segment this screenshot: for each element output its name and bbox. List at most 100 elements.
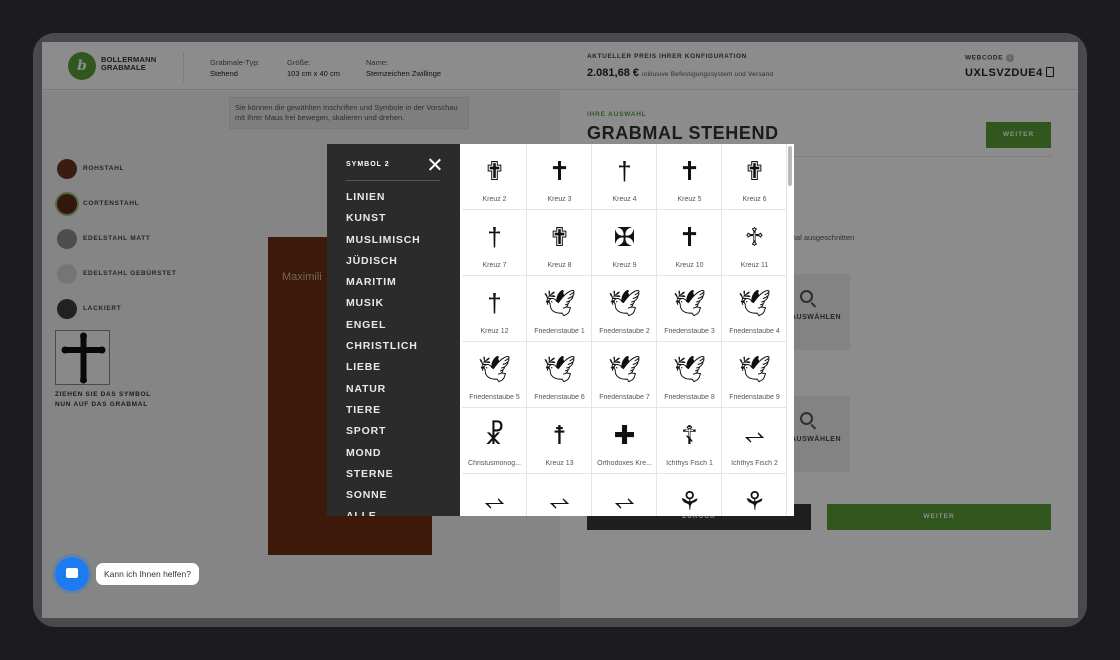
symbol-tile[interactable]: ⥋ — [462, 474, 527, 516]
category-item[interactable]: JÜDISCH — [346, 255, 421, 276]
symbol-label: Kreuz 7 — [482, 262, 507, 269]
symbol-grid-panel: ✟ Kreuz 2 ✝ Kreuz 3 † Kreuz 4 ✝ Kreuz 5 ✟ Kreuz 6… — [460, 144, 794, 516]
symbol-tile[interactable]: 🕊 Friedenstaube 5 — [462, 342, 527, 408]
symbol-tile[interactable]: 🕊 Friedenstaube 8 — [657, 342, 722, 408]
symbol-label: Kreuz 2 — [482, 196, 507, 203]
category-list: LINIEN KUNST MUSLIMISCH JÜDISCH MARITIM MUSIK… — [346, 191, 421, 516]
category-item[interactable]: NATUR — [346, 383, 421, 404]
category-item[interactable]: LINIEN — [346, 191, 421, 212]
symbol-tile[interactable]: † Kreuz 4 — [592, 144, 657, 210]
symbol-tile[interactable]: ✟ Kreuz 2 — [462, 144, 527, 210]
symbol-label: Kreuz 12 — [480, 328, 509, 335]
symbol-tile[interactable]: † Kreuz 7 — [462, 210, 527, 276]
dove-icon: 🕊 — [477, 354, 511, 384]
symbol-label: Kreuz 3 — [547, 196, 572, 203]
symbol-tile[interactable]: ✟ Kreuz 6 — [722, 144, 787, 210]
symbol-tile[interactable]: 🕊 Friedenstaube 1 — [527, 276, 592, 342]
praying-hands-icon: ⚘ — [677, 486, 702, 516]
dove-icon: 🕊 — [737, 354, 771, 384]
symbol-tile[interactable]: ⥋ Ichthys Fisch 2 — [722, 408, 787, 474]
category-item[interactable]: TIERE — [346, 404, 421, 425]
chi-rho-icon: ☧ — [484, 420, 505, 450]
dove-icon: 🕊 — [672, 354, 706, 384]
dove-icon: 🕊 — [542, 354, 576, 384]
symbol-tile[interactable]: 🕊 Friedenstaube 2 — [592, 276, 657, 342]
fish-icon: ⥋ — [549, 486, 570, 516]
symbol-tile[interactable]: ⥋ — [527, 474, 592, 516]
symbol-label: Kreuz 10 — [675, 262, 704, 269]
cross-icon: ☨ — [552, 420, 567, 450]
symbol-label: Friedenstaube 1 — [534, 328, 585, 335]
category-item[interactable]: SONNE — [346, 489, 421, 510]
category-item[interactable]: STERNE — [346, 468, 421, 489]
category-item[interactable]: LIEBE — [346, 361, 421, 382]
cross-icon: ✟ — [483, 156, 506, 186]
cross-icon: ✝ — [678, 222, 701, 252]
symbol-tile[interactable]: ✟ Kreuz 8 — [527, 210, 592, 276]
chat-greeting[interactable]: Kann ich Ihnen helfen? — [96, 563, 199, 585]
symbol-tile[interactable]: ☨ Kreuz 13 — [527, 408, 592, 474]
symbol-label: Friedenstaube 5 — [469, 394, 520, 401]
symbol-tile[interactable]: ♱ Kreuz 11 — [722, 210, 787, 276]
category-item[interactable]: MARITIM — [346, 276, 421, 297]
symbol-tile[interactable]: 🕊 Friedenstaube 9 — [722, 342, 787, 408]
symbol-label: Kreuz 9 — [612, 262, 637, 269]
symbol-label: Orthodoxes Kre... — [597, 460, 652, 467]
symbol-label: Friedenstaube 6 — [534, 394, 585, 401]
symbol-tile[interactable]: 🕊 Friedenstaube 7 — [592, 342, 657, 408]
category-item[interactable]: MUSLIMISCH — [346, 234, 421, 255]
symbol-label: Ichthys Fisch 2 — [731, 460, 778, 467]
cross-icon: † — [617, 156, 632, 186]
symbol-tile[interactable]: 🕊 Friedenstaube 4 — [722, 276, 787, 342]
modal-title: SYMBOL 2 — [346, 161, 390, 168]
symbol-tile[interactable]: 🕊 Friedenstaube 3 — [657, 276, 722, 342]
category-item[interactable]: SPORT — [346, 425, 421, 446]
symbol-tile[interactable]: ✝ Kreuz 5 — [657, 144, 722, 210]
category-item[interactable]: KUNST — [346, 212, 421, 233]
symbol-label: Friedenstaube 9 — [729, 394, 780, 401]
symbol-tile[interactable]: † Kreuz 12 — [462, 276, 527, 342]
symbol-label: Kreuz 6 — [742, 196, 767, 203]
symbol-tile[interactable]: ✝ Kreuz 10 — [657, 210, 722, 276]
symbol-tile[interactable]: ✝ Kreuz 3 — [527, 144, 592, 210]
symbol-label: Kreuz 11 — [740, 262, 769, 269]
symbol-tile[interactable]: ✚ Orthodoxes Kre... — [592, 408, 657, 474]
symbol-label: Kreuz 4 — [612, 196, 637, 203]
symbol-tile[interactable]: ☦ Ichthys Fisch 1 — [657, 408, 722, 474]
symbol-label: Friedenstaube 4 — [729, 328, 780, 335]
modal-divider — [346, 180, 440, 181]
chat-button[interactable] — [55, 557, 89, 591]
symbol-label: Christusmonog... — [468, 460, 521, 467]
symbol-tile[interactable]: ⚘ — [722, 474, 787, 516]
fish-icon: ⥋ — [484, 486, 505, 516]
category-item[interactable]: ALLE — [346, 510, 421, 516]
cross-icon: ✟ — [548, 222, 571, 252]
symbol-label: Kreuz 5 — [677, 196, 702, 203]
fish-icon: ⥋ — [744, 420, 765, 450]
symbol-tile[interactable]: 🕊 Friedenstaube 6 — [527, 342, 592, 408]
dove-icon: 🕊 — [542, 288, 576, 318]
symbol-tile[interactable]: ☧ Christusmonog... — [462, 408, 527, 474]
symbol-label: Kreuz 8 — [547, 262, 572, 269]
praying-hands-icon: ⚘ — [742, 486, 767, 516]
scrollbar[interactable] — [788, 146, 792, 186]
symbol-tile[interactable]: ⥋ — [592, 474, 657, 516]
cross-icon: ✟ — [743, 156, 766, 186]
cross-icon: ✝ — [678, 156, 701, 186]
symbol-label: Ichthys Fisch 1 — [666, 460, 713, 467]
category-item[interactable]: MOND — [346, 447, 421, 468]
dove-icon: 🕊 — [607, 354, 641, 384]
category-item[interactable]: MUSIK — [346, 297, 421, 318]
cross-icon: ♱ — [744, 222, 765, 252]
close-icon[interactable] — [429, 158, 441, 170]
cross-icon: ✠ — [613, 222, 636, 252]
symbol-label: Friedenstaube 3 — [664, 328, 715, 335]
cross-icon: ✚ — [613, 420, 636, 450]
symbol-tile[interactable]: ⚘ — [657, 474, 722, 516]
category-item[interactable]: CHRISTLICH — [346, 340, 421, 361]
cross-icon: ✝ — [548, 156, 571, 186]
symbol-tile[interactable]: ✠ Kreuz 9 — [592, 210, 657, 276]
symbol-label: Friedenstaube 7 — [599, 394, 650, 401]
symbol-label: Friedenstaube 8 — [664, 394, 715, 401]
category-item[interactable]: ENGEL — [346, 319, 421, 340]
